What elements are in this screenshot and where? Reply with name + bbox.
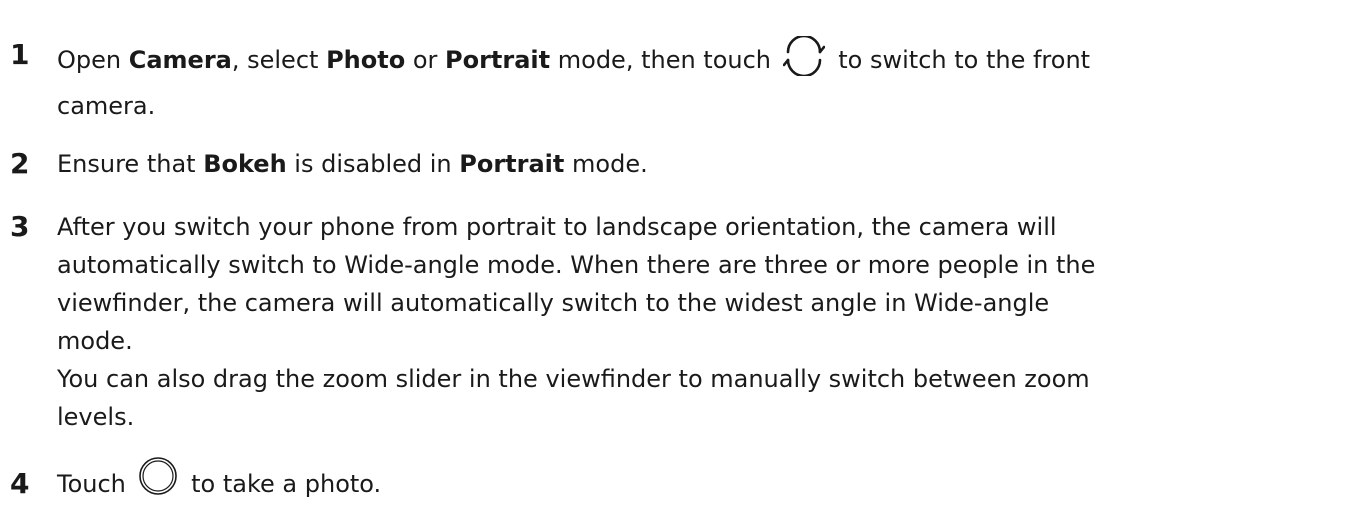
text-span: Touch: [57, 470, 134, 498]
step-number: 1: [10, 38, 30, 71]
text-line: levels.: [57, 403, 135, 431]
switch-camera-icon: [782, 34, 825, 87]
step-text: Ensure that Bokeh is disabled in Portrai…: [57, 145, 1357, 183]
step-text: Touch to take a photo.: [57, 457, 1357, 507]
bold-term-photo: Photo: [326, 46, 406, 74]
bold-term-bokeh: Bokeh: [203, 150, 287, 178]
bold-term-portrait: Portrait: [459, 150, 565, 178]
text-line: mode.: [57, 327, 133, 355]
text-span: to take a photo.: [183, 470, 382, 498]
shutter-icon: [138, 457, 178, 507]
text-line: viewfinder, the camera will automaticall…: [57, 289, 1050, 317]
text-span: mode, then touch: [550, 46, 779, 74]
text-span: Ensure that: [57, 150, 204, 178]
text-span: , select: [231, 46, 327, 74]
text-span: or: [405, 46, 445, 74]
text-span: camera.: [57, 92, 156, 120]
bold-term-portrait: Portrait: [445, 46, 551, 74]
bold-term-camera: Camera: [128, 46, 232, 74]
text-line: automatically switch to Wide-angle mode.…: [57, 251, 1096, 279]
text-span: mode.: [564, 150, 648, 178]
step-number: 3: [10, 210, 30, 243]
text-span: Open: [57, 46, 129, 74]
step-text: Open Camera, select Photo or Portrait mo…: [57, 34, 1357, 125]
step-number: 4: [10, 467, 30, 500]
text-line: After you switch your phone from portrai…: [57, 213, 1057, 241]
text-span: to switch to the front: [830, 46, 1091, 74]
text-line: You can also drag the zoom slider in the…: [57, 365, 1090, 393]
step-number: 2: [10, 147, 30, 180]
step-text: After you switch your phone from portrai…: [57, 208, 1357, 436]
text-span: is disabled in: [286, 150, 460, 178]
